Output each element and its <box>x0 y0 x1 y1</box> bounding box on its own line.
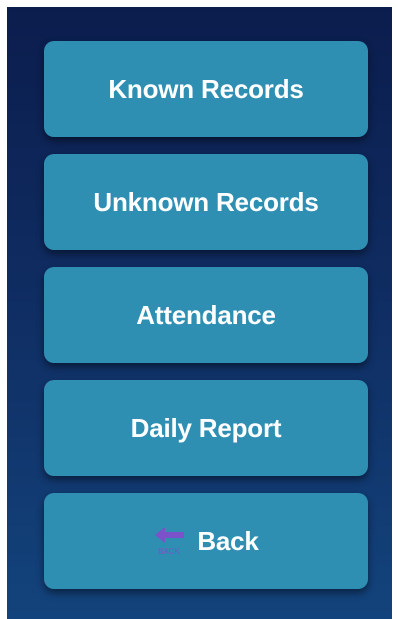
back-arrow-icon: BACK <box>153 526 187 556</box>
daily-report-button[interactable]: Daily Report <box>44 380 368 476</box>
attendance-label: Attendance <box>136 299 276 330</box>
attendance-button[interactable]: Attendance <box>44 267 368 363</box>
daily-report-label: Daily Report <box>130 412 282 443</box>
unknown-records-button[interactable]: Unknown Records <box>44 154 368 250</box>
back-label: Back <box>197 525 259 556</box>
menu-list: Known Records Unknown Records Attendance… <box>44 41 368 606</box>
menu-panel: Known Records Unknown Records Attendance… <box>7 7 392 619</box>
known-records-button[interactable]: Known Records <box>44 41 368 137</box>
back-button[interactable]: BACK Back <box>44 493 368 589</box>
known-records-label: Known Records <box>108 73 304 104</box>
back-icon-caption: BACK <box>158 547 180 556</box>
unknown-records-label: Unknown Records <box>93 186 319 217</box>
